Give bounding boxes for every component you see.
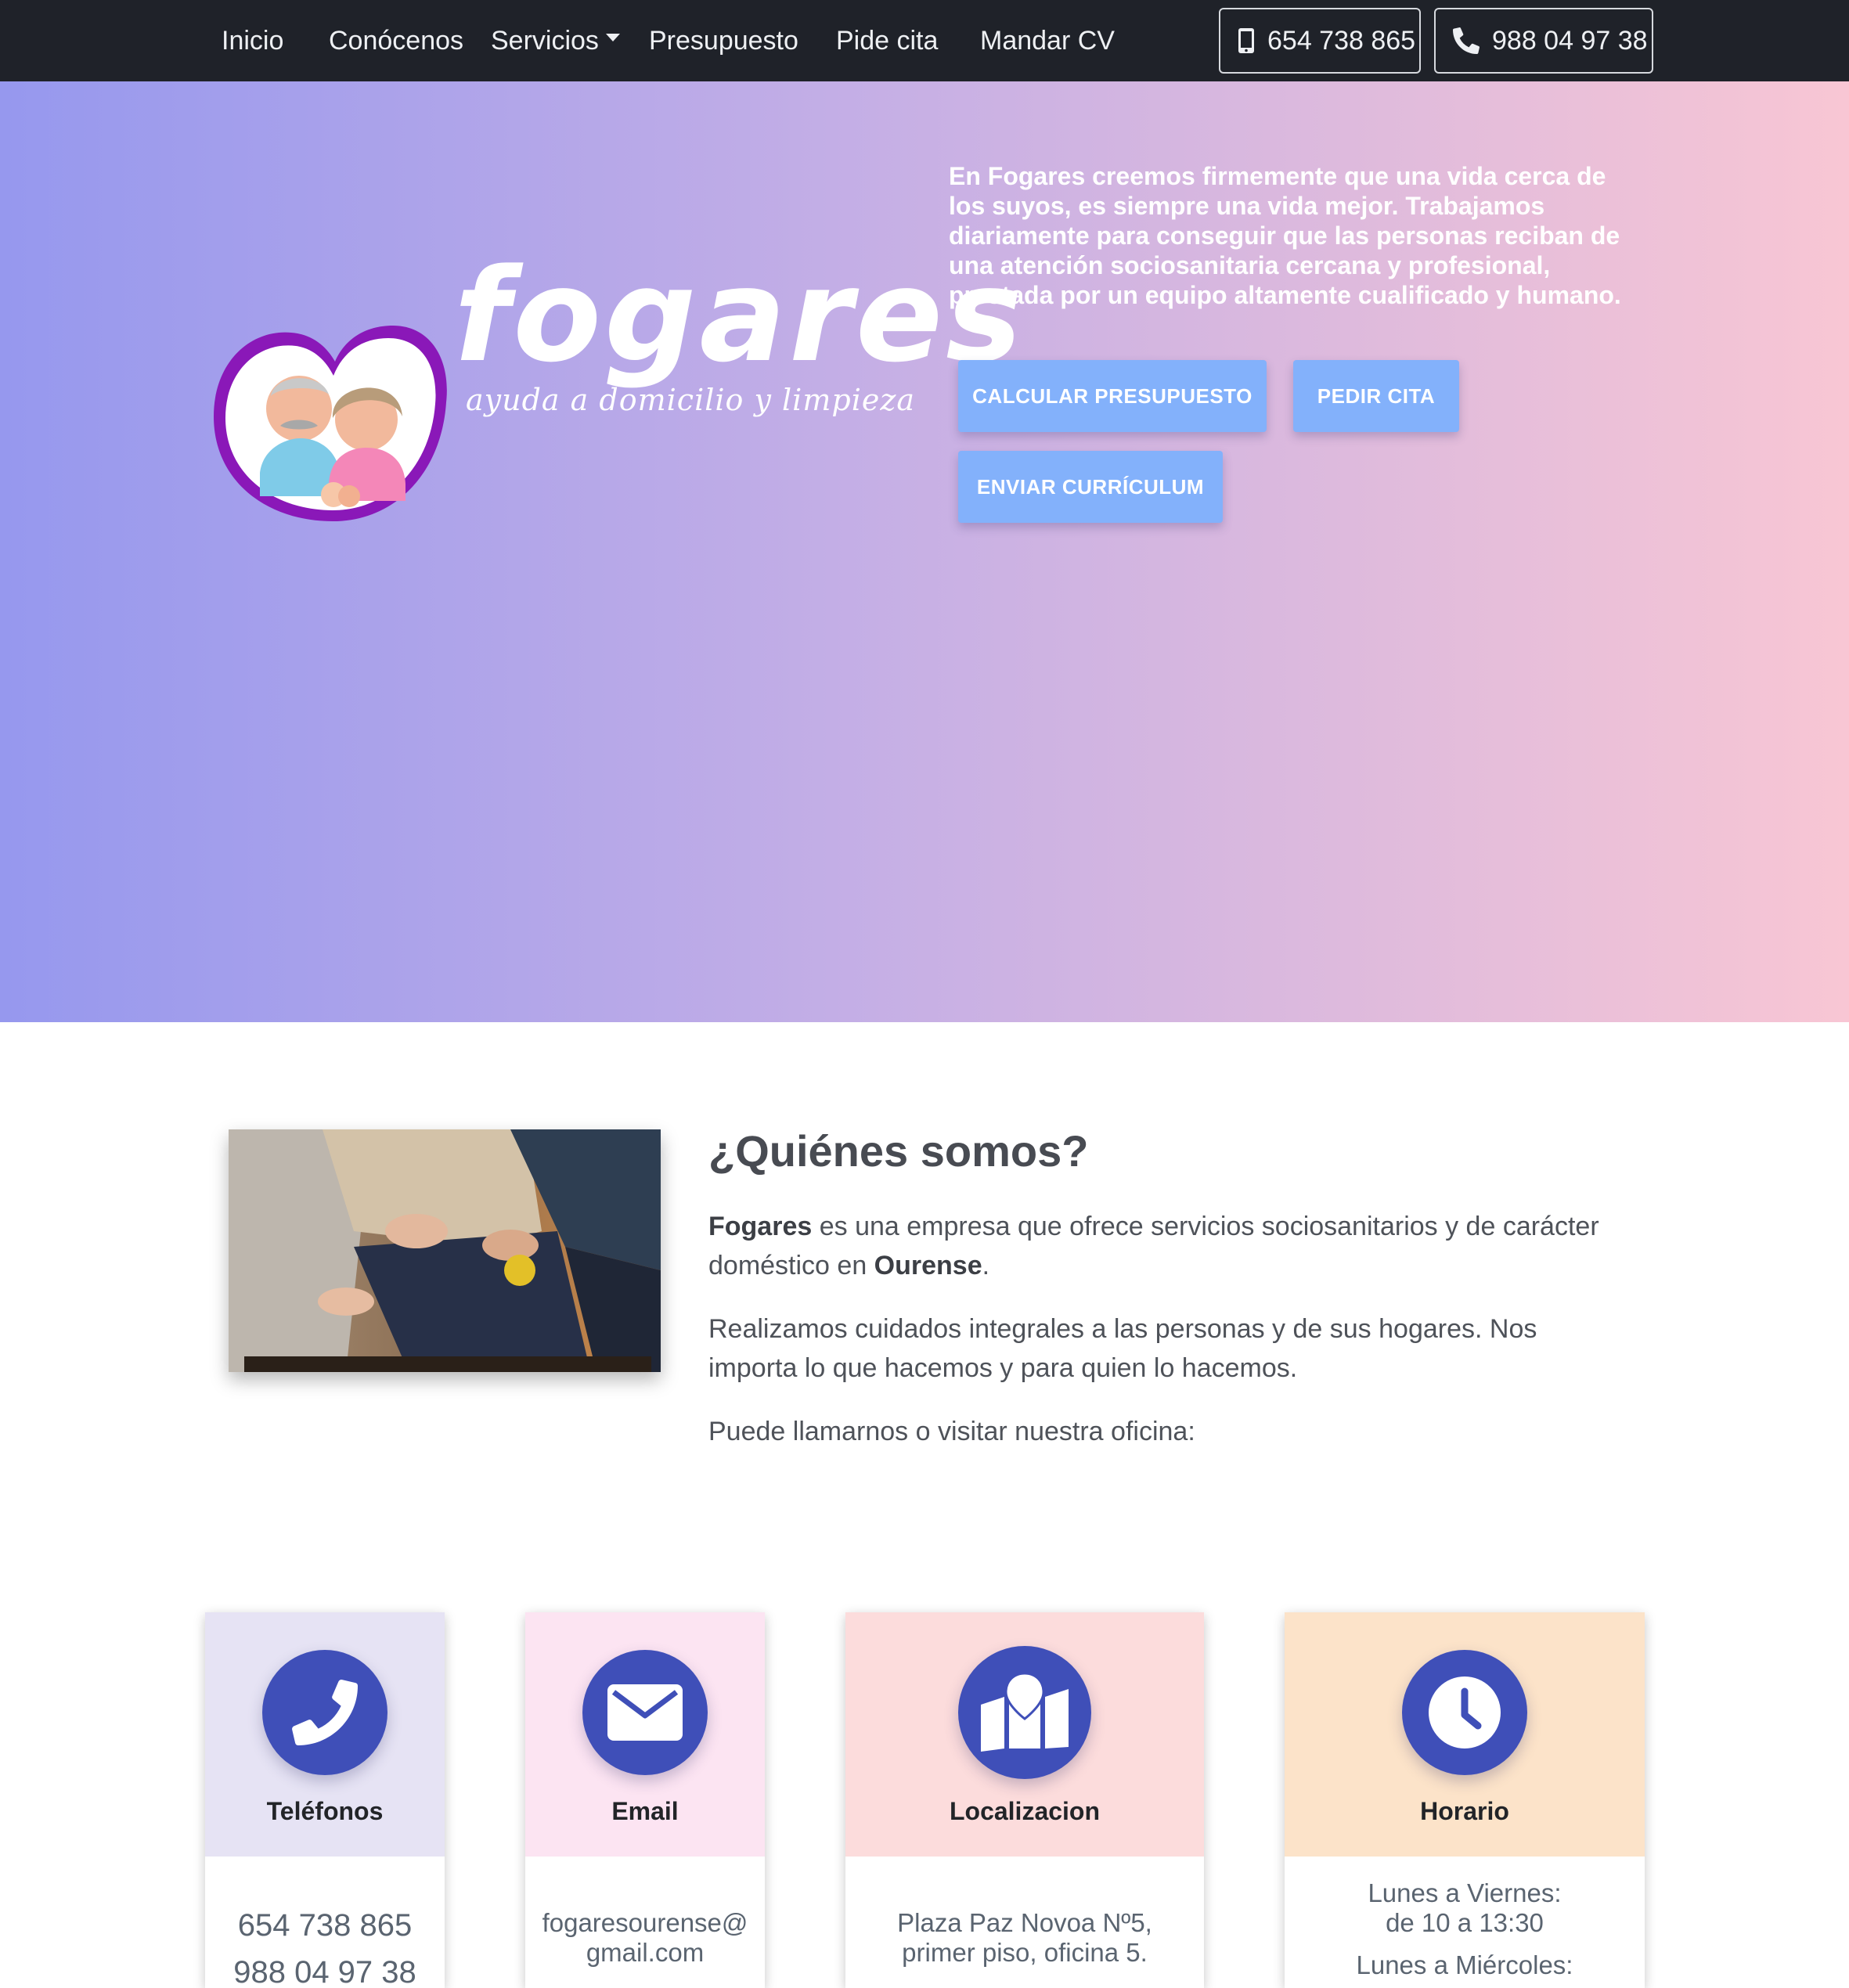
phones-card-mobile[interactable]: 654 738 865 bbox=[205, 1902, 445, 1949]
nav-presupuesto[interactable]: Presupuesto bbox=[649, 23, 798, 58]
nav-inicio[interactable]: Inicio bbox=[222, 23, 283, 58]
about-paragraph-2: Realizamos cuidados integrales a las per… bbox=[708, 1314, 1537, 1383]
email-card: Email fogaresourense@ gmail.com bbox=[525, 1612, 765, 1988]
about-paragraph-3: Puede llamarnos o visitar nuestra oficin… bbox=[708, 1417, 1195, 1446]
nav-conocenos[interactable]: Conócenos bbox=[329, 23, 463, 58]
logo-tagline: ayuda a domicilio y limpieza bbox=[466, 383, 916, 417]
email-card-address-line-1: fogaresourense@ bbox=[542, 1908, 748, 1937]
nav-servicios-label: Servicios bbox=[491, 26, 599, 56]
about-paragraph-1: Fogares es una empresa que ofrece servic… bbox=[708, 1207, 1632, 1285]
city-name: Ourense bbox=[874, 1251, 982, 1280]
email-card-body[interactable]: fogaresourense@ gmail.com bbox=[525, 1908, 765, 1968]
phone-icon bbox=[1453, 27, 1480, 54]
caret-down-icon bbox=[605, 34, 620, 42]
location-card-address-line-1: Plaza Paz Novoa Nº5, bbox=[897, 1908, 1152, 1937]
fogares-logo[interactable]: fogares ayuda a domicilio y limpieza bbox=[211, 238, 1022, 535]
hours-card-icon-circle bbox=[1402, 1650, 1527, 1775]
phones-card-body: 654 738 865 988 04 97 38 bbox=[205, 1902, 445, 1988]
phones-card-icon-circle bbox=[262, 1650, 387, 1775]
heart-logo-icon bbox=[214, 326, 447, 521]
location-card-title: Localizacion bbox=[949, 1797, 1101, 1825]
nav-mandar-cv[interactable]: Mandar CV bbox=[980, 23, 1115, 58]
request-appointment-button[interactable]: PEDIR CITA bbox=[1293, 360, 1459, 432]
phones-card-title: Teléfonos bbox=[266, 1797, 384, 1825]
nav-servicios-dropdown[interactable]: Servicios bbox=[491, 23, 620, 58]
email-card-title: Email bbox=[611, 1797, 679, 1825]
landline-phone-number: 988 04 97 38 bbox=[1492, 25, 1648, 56]
location-card-header: Localizacion bbox=[845, 1612, 1204, 1857]
location-card-body: Plaza Paz Novoa Nº5, primer piso, oficin… bbox=[845, 1908, 1204, 1968]
email-card-address-line-2: gmail.com bbox=[586, 1938, 705, 1967]
elderly-care-photo bbox=[229, 1129, 661, 1372]
send-cv-button[interactable]: ENVIAR CURRÍCULUM bbox=[958, 451, 1223, 523]
hours-card: Horario Lunes a Viernes: de 10 a 13:30 L… bbox=[1285, 1612, 1645, 1988]
logo-wordmark: fogares bbox=[454, 241, 1025, 391]
about-photo bbox=[229, 1129, 661, 1372]
phones-card-header: Teléfonos bbox=[205, 1612, 445, 1857]
location-card-icon-circle bbox=[958, 1646, 1091, 1779]
hours-card-header: Horario bbox=[1285, 1612, 1645, 1857]
phones-card: Teléfonos 654 738 865 988 04 97 38 bbox=[205, 1612, 445, 1988]
hours-card-mon-wed-label: Lunes a Miércoles: bbox=[1356, 1950, 1573, 1979]
about-title: ¿Quiénes somos? bbox=[708, 1126, 1089, 1176]
hours-card-body: Lunes a Viernes: de 10 a 13:30 Lunes a M… bbox=[1285, 1878, 1645, 1980]
location-card-address-line-2: primer piso, oficina 5. bbox=[902, 1938, 1148, 1967]
phone-icon bbox=[292, 1680, 358, 1745]
top-navbar: Inicio Conócenos Servicios Presupuesto P… bbox=[0, 0, 1849, 81]
map-marker-icon bbox=[981, 1673, 1069, 1752]
hero-section: fogares ayuda a domicilio y limpieza En … bbox=[0, 81, 1849, 1022]
company-name: Fogares bbox=[708, 1212, 813, 1241]
phones-card-landline[interactable]: 988 04 97 38 bbox=[205, 1949, 445, 1988]
mobile-phone-number: 654 738 865 bbox=[1267, 25, 1416, 56]
hours-card-weekdays-label: Lunes a Viernes: bbox=[1368, 1878, 1562, 1907]
email-card-icon-circle bbox=[582, 1650, 708, 1775]
hero-description: En Fogares creemos firmemente que una vi… bbox=[949, 162, 1621, 309]
calculate-budget-button[interactable]: CALCULAR PRESUPUESTO bbox=[958, 360, 1267, 432]
mobile-phone-button[interactable]: 654 738 865 bbox=[1219, 8, 1421, 74]
nav-pide-cita[interactable]: Pide cita bbox=[836, 23, 938, 58]
envelope-icon bbox=[607, 1684, 683, 1741]
about-paragraph-1-text: es una empresa que ofrece servicios soci… bbox=[708, 1212, 1599, 1280]
location-card: Localizacion Plaza Paz Novoa Nº5, primer… bbox=[845, 1612, 1204, 1988]
about-paragraph-1-end: . bbox=[982, 1251, 990, 1280]
landline-phone-button[interactable]: 988 04 97 38 bbox=[1434, 8, 1653, 74]
hours-card-title: Horario bbox=[1420, 1797, 1509, 1825]
email-card-header: Email bbox=[525, 1612, 765, 1857]
hours-card-weekdays-time: de 10 a 13:30 bbox=[1386, 1908, 1544, 1937]
clock-icon bbox=[1429, 1676, 1501, 1749]
mobile-phone-icon bbox=[1238, 28, 1254, 53]
